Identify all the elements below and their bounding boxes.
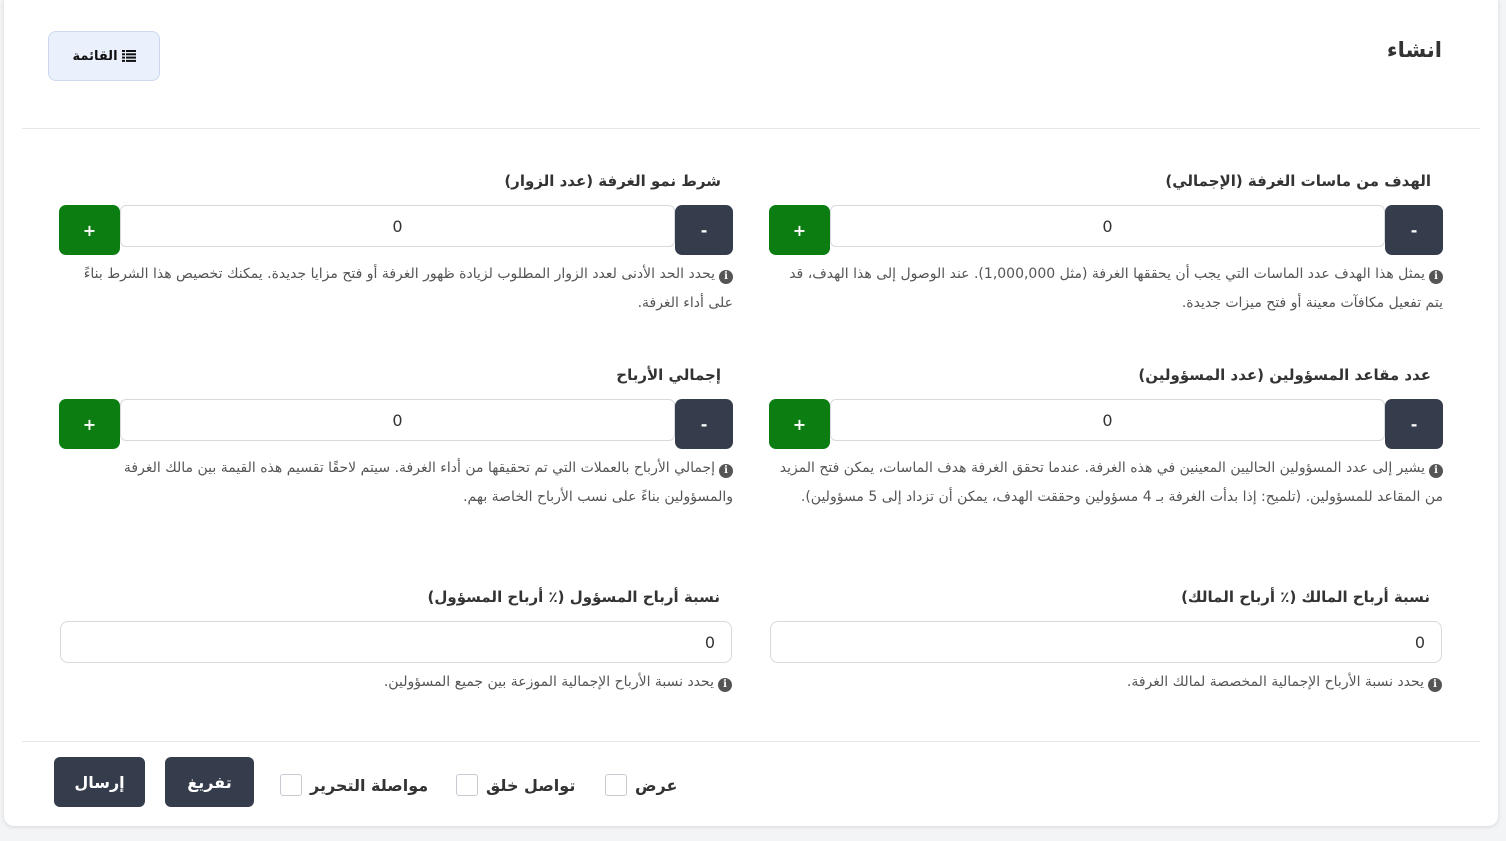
diamond-goal-input[interactable]: 0 bbox=[830, 205, 1385, 247]
growth-condition-plus-button[interactable]: + bbox=[59, 205, 120, 255]
info-icon: i bbox=[1428, 678, 1442, 692]
admin-seats-field: عدد مقاعد المسؤولين (عدد المسؤولين) - 0 … bbox=[769, 366, 1443, 546]
list-icon bbox=[121, 50, 136, 62]
list-button[interactable]: القائمة bbox=[48, 31, 160, 81]
info-icon: i bbox=[719, 464, 733, 478]
growth-condition-label: شرط نمو الغرفة (عدد الزوار) bbox=[504, 172, 721, 190]
growth-condition-field: شرط نمو الغرفة (عدد الزوار) - 0 + iيحدد … bbox=[59, 172, 733, 322]
continue-create-checkbox[interactable] bbox=[456, 774, 478, 796]
owner-share-field: نسبة أرباح المالك (٪ أرباح المالك) 0 iيح… bbox=[770, 588, 1442, 698]
total-profit-input[interactable]: 0 bbox=[120, 399, 675, 441]
admin-seats-label: عدد مقاعد المسؤولين (عدد المسؤولين) bbox=[1138, 366, 1431, 384]
admin-share-help: iيحدد نسبة الأرباح الإجمالية الموزعة بين… bbox=[60, 668, 732, 697]
diamond-goal-help: iيمثل هذا الهدف عدد الماسات التي يجب أن … bbox=[789, 266, 1443, 311]
owner-share-input[interactable]: 0 bbox=[770, 621, 1442, 663]
growth-condition-stepper: - 0 + bbox=[59, 205, 733, 255]
list-button-label: القائمة bbox=[72, 48, 118, 64]
view-checkbox[interactable] bbox=[605, 774, 627, 796]
total-profit-minus-button[interactable]: - bbox=[675, 399, 733, 449]
admin-seats-help: iيشير إلى عدد المسؤولين الحاليين المعيني… bbox=[779, 460, 1443, 505]
admin-seats-minus-button[interactable]: - bbox=[1385, 399, 1443, 449]
admin-seats-stepper: - 0 + bbox=[769, 399, 1443, 449]
continue-create-label: تواصل خلق bbox=[486, 775, 576, 795]
admin-seats-plus-button[interactable]: + bbox=[769, 399, 830, 449]
continue-edit-checkbox[interactable] bbox=[280, 774, 302, 796]
total-profit-plus-button[interactable]: + bbox=[59, 399, 120, 449]
form-header: انشاء القائمة bbox=[4, 0, 1498, 128]
info-icon: i bbox=[719, 270, 733, 284]
owner-share-help: iيحدد نسبة الأرباح الإجمالية المخصصة لما… bbox=[770, 668, 1442, 697]
total-profit-label: إجمالي الأرباح bbox=[616, 366, 721, 384]
continue-edit-label: مواصلة التحرير bbox=[310, 775, 429, 795]
admin-share-label: نسبة أرباح المسؤول (٪ أرباح المسؤول) bbox=[427, 588, 720, 606]
diamond-goal-minus-button[interactable]: - bbox=[1385, 205, 1443, 255]
view-label: عرض bbox=[635, 775, 678, 795]
diamond-goal-stepper: - 0 + bbox=[769, 205, 1443, 255]
total-profit-help: iإجمالي الأرباح بالعملات التي تم تحقيقها… bbox=[123, 460, 733, 505]
view-option: عرض bbox=[605, 774, 677, 796]
continue-create-option: تواصل خلق bbox=[456, 774, 575, 796]
info-icon: i bbox=[1429, 464, 1443, 478]
admin-share-field: نسبة أرباح المسؤول (٪ أرباح المسؤول) 0 i… bbox=[60, 588, 732, 698]
growth-condition-help: iيحدد الحد الأدنى لعدد الزوار المطلوب لز… bbox=[83, 266, 733, 311]
page-title: انشاء bbox=[1386, 38, 1442, 62]
growth-condition-minus-button[interactable]: - bbox=[675, 205, 733, 255]
admin-seats-input[interactable]: 0 bbox=[830, 399, 1385, 441]
diamond-goal-plus-button[interactable]: + bbox=[769, 205, 830, 255]
total-profit-stepper: - 0 + bbox=[59, 399, 733, 449]
diamond-goal-field: الهدف من ماسات الغرفة (الإجمالي) - 0 + i… bbox=[769, 172, 1443, 322]
total-profit-field: إجمالي الأرباح - 0 + iإجمالي الأرباح بال… bbox=[59, 366, 733, 516]
continue-edit-option: مواصلة التحرير bbox=[280, 774, 428, 796]
create-form-card: انشاء القائمة الهدف من ماسات الغرفة (الإ… bbox=[4, 0, 1498, 826]
info-icon: i bbox=[1429, 270, 1443, 284]
admin-share-input[interactable]: 0 bbox=[60, 621, 732, 663]
owner-share-label: نسبة أرباح المالك (٪ أرباح المالك) bbox=[1181, 588, 1430, 606]
diamond-goal-label: الهدف من ماسات الغرفة (الإجمالي) bbox=[1165, 172, 1431, 190]
growth-condition-input[interactable]: 0 bbox=[120, 205, 675, 247]
info-icon: i bbox=[718, 678, 732, 692]
header-divider bbox=[22, 128, 1480, 129]
submit-button[interactable]: إرسال bbox=[54, 757, 145, 807]
form-footer: إرسال تفريغ مواصلة التحرير تواصل خلق عرض bbox=[4, 742, 1498, 826]
reset-button[interactable]: تفريغ bbox=[165, 757, 254, 807]
